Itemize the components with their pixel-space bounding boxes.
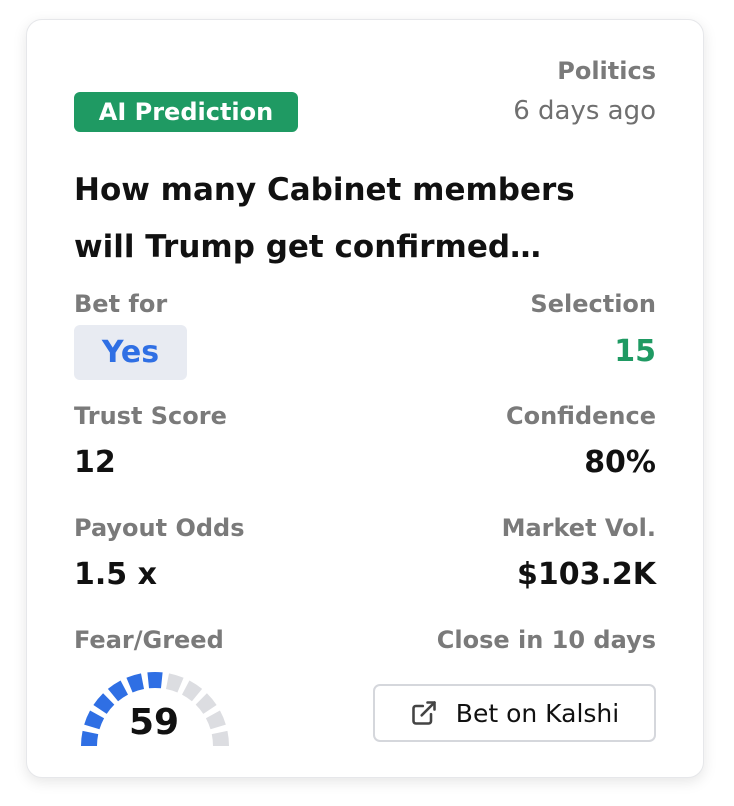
- market-title-line-1: How many Cabinet members: [74, 172, 575, 208]
- bet-for-label: Bet for: [74, 290, 168, 318]
- trust-score-value: 12: [74, 445, 116, 480]
- market-title[interactable]: How many Cabinet members will Trump get …: [74, 162, 674, 276]
- market-volume-value: $103.2K: [516, 557, 656, 592]
- bet-on-kalshi-button[interactable]: Bet on Kalshi: [373, 684, 656, 742]
- bet-on-kalshi-label: Bet on Kalshi: [455, 698, 620, 728]
- gauge-segment-empty: [181, 680, 203, 702]
- trust-score-label: Trust Score: [74, 402, 227, 430]
- close-countdown: Close in 10 days: [436, 626, 656, 654]
- selection-label: Selection: [530, 290, 656, 318]
- fear-greed-value: 59: [128, 702, 180, 743]
- prediction-card: Politics 6 days ago AI Prediction How ma…: [26, 19, 704, 778]
- bet-for-value: Yes: [74, 325, 187, 380]
- selection-value: 15: [614, 334, 656, 369]
- gauge-segment-filled: [107, 680, 129, 702]
- timestamp: 6 days ago: [513, 96, 656, 126]
- payout-odds-label: Payout Odds: [74, 514, 245, 542]
- ai-prediction-badge: AI Prediction: [74, 92, 298, 132]
- confidence-label: Confidence: [505, 402, 656, 430]
- market-volume-label: Market Vol.: [501, 514, 656, 542]
- payout-odds-value: 1.5 x: [74, 557, 157, 592]
- gauge-segment-empty: [165, 673, 184, 693]
- fear-greed-label: Fear/Greed: [74, 626, 224, 654]
- gauge-segment-filled: [126, 673, 145, 693]
- market-title-line-2: will Trump get confirmed…: [74, 229, 542, 265]
- confidence-value: 80%: [584, 445, 656, 480]
- external-link-icon: [410, 699, 438, 727]
- category-label: Politics: [557, 57, 656, 85]
- gauge-segment-filled: [147, 672, 163, 689]
